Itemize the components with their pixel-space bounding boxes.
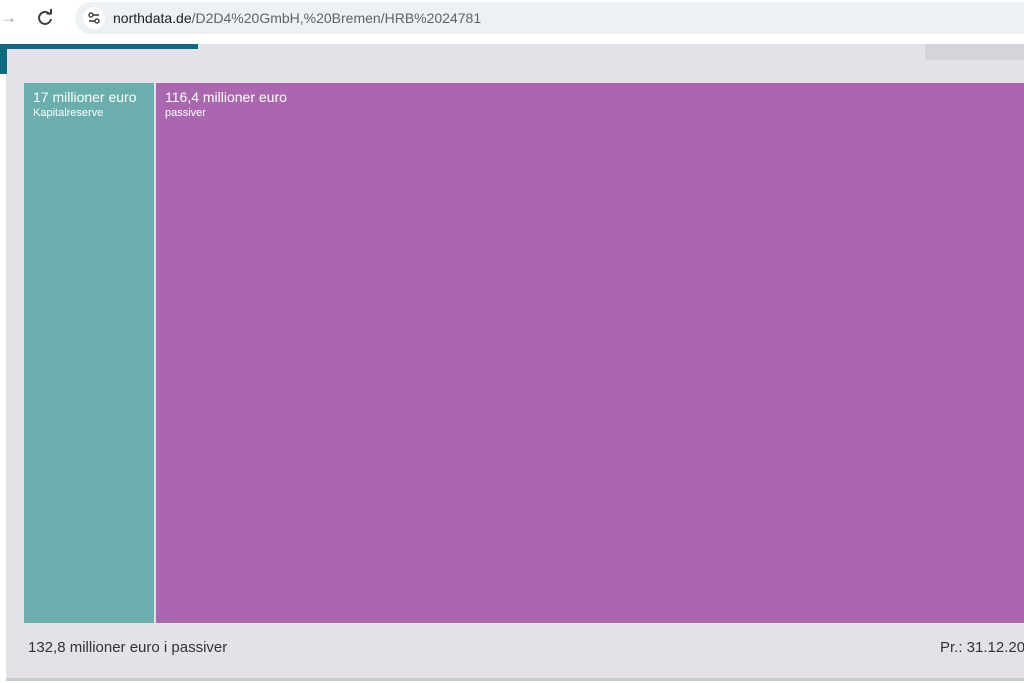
treemap-block-value: 17 millioner euro xyxy=(33,89,137,105)
browser-toolbar: → northdata.de/D2D4%20GmbH,%20Bremen/HRB… xyxy=(0,0,1024,38)
active-tab-indicator xyxy=(0,44,198,49)
total-liabilities-text: 132,8 millioner euro i passiver xyxy=(28,639,228,656)
treemap-block-2[interactable]: 116,4 millioner euro passiver xyxy=(156,83,1024,623)
url-path: /D2D4%20GmbH,%20Bremen/HRB%2024781 xyxy=(191,10,482,26)
treemap-block-value: 116,4 millioner euro xyxy=(165,89,287,105)
url-domain: northdata.de xyxy=(113,10,192,26)
address-bar[interactable]: northdata.de/D2D4%20GmbH,%20Bremen/HRB%2… xyxy=(75,2,1024,34)
toolbar-button[interactable] xyxy=(925,44,1024,60)
treemap-block-1[interactable]: 17 millioner euro Kapitalreserve xyxy=(24,83,154,623)
site-info-icon[interactable] xyxy=(83,7,105,29)
tab-corner-accent xyxy=(0,44,7,74)
url-text[interactable]: northdata.de/D2D4%20GmbH,%20Bremen/HRB%2… xyxy=(113,9,481,27)
treemap-block-label: Kapitalreserve xyxy=(33,107,104,119)
balance-date-text: Pr.: 31.12.20 xyxy=(940,639,1024,656)
treemap-block-label: passiver xyxy=(165,107,206,119)
forward-arrow-icon[interactable]: → xyxy=(0,8,17,28)
panel-divider xyxy=(6,678,1024,681)
reload-icon[interactable] xyxy=(34,7,56,29)
treemap-chart: 17 millioner euro Kapitalreserve 116,4 mil… xyxy=(24,83,1024,623)
